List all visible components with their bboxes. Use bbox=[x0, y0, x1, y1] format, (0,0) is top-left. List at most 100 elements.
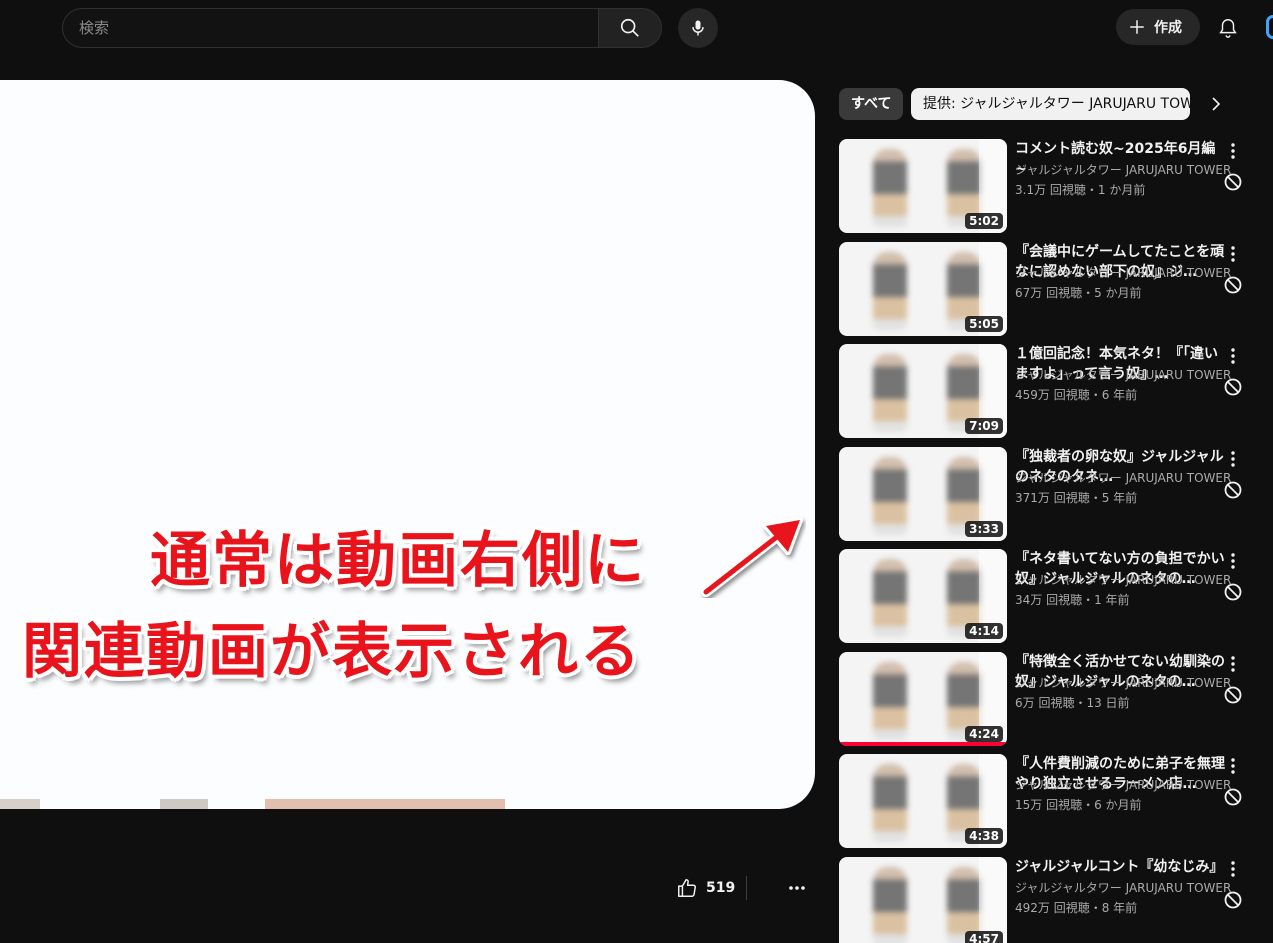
block-icon bbox=[1224, 173, 1242, 191]
create-label: 作成 bbox=[1154, 20, 1182, 36]
chevron-right-icon bbox=[1212, 97, 1221, 111]
more-vertical-button[interactable] bbox=[1223, 449, 1243, 469]
callout-text-line-1: 通常は動画右側に bbox=[150, 526, 646, 596]
video-duration: 3:33 bbox=[965, 521, 1003, 537]
player-bottom-strip bbox=[0, 799, 520, 809]
chip-all[interactable]: すべて bbox=[839, 88, 903, 120]
video-meta: 67万 回視聴・5 か月前 bbox=[1015, 286, 1142, 300]
video-meta: 15万 回視聴・6 か月前 bbox=[1015, 798, 1142, 812]
more-vertical-icon bbox=[1231, 451, 1235, 467]
video-thumbnail[interactable]: 3:33 bbox=[839, 447, 1007, 541]
video-title[interactable]: ジャルジャルコント『幼なじみ』 bbox=[1015, 857, 1227, 877]
related-video-item[interactable]: 3:33 『独裁者の卵な奴』ジャルジャルのネタのタネ… ジャルジャルタワー JARU… bbox=[839, 447, 1273, 543]
more-vertical-button[interactable] bbox=[1223, 756, 1243, 776]
plus-icon bbox=[1130, 20, 1144, 34]
more-vertical-button[interactable] bbox=[1223, 654, 1243, 674]
notifications-button[interactable] bbox=[1212, 12, 1244, 44]
thumbnail-figure bbox=[873, 764, 907, 842]
block-channel-button[interactable] bbox=[1223, 377, 1243, 397]
channel-name[interactable]: ジャルジャルタワー JARUJARU TOWER bbox=[1015, 675, 1231, 691]
more-vertical-button[interactable] bbox=[1223, 551, 1243, 571]
channel-name[interactable]: ジャルジャルタワー JARUJARU TOWER bbox=[1015, 777, 1231, 793]
microphone-icon bbox=[692, 20, 704, 36]
more-vertical-button[interactable] bbox=[1223, 244, 1243, 264]
more-vertical-icon bbox=[1231, 143, 1235, 159]
like-button[interactable]: 519 bbox=[676, 874, 735, 902]
channel-name[interactable]: ジャルジャルタワー JARUJARU TOWER bbox=[1015, 572, 1231, 588]
block-channel-button[interactable] bbox=[1223, 582, 1243, 602]
related-video-item[interactable]: 4:38 『人件費削減のために弟子を無理やり独立させるラーメン店… ジャルジャルタワ… bbox=[839, 754, 1273, 850]
more-vertical-icon bbox=[1231, 348, 1235, 364]
callout-text-line-2: 関連動画が表示される bbox=[22, 617, 642, 687]
top-header: 検索 作成 bbox=[0, 0, 1273, 56]
more-vertical-icon bbox=[1231, 553, 1235, 569]
channel-name[interactable]: ジャルジャルタワー JARUJARU TOWER bbox=[1015, 880, 1231, 896]
search-input[interactable]: 検索 bbox=[62, 8, 598, 48]
video-thumbnail[interactable]: 4:57 bbox=[839, 857, 1007, 943]
block-channel-button[interactable] bbox=[1223, 172, 1243, 192]
more-vertical-button[interactable] bbox=[1223, 859, 1243, 879]
block-icon bbox=[1224, 583, 1242, 601]
video-thumbnail[interactable]: 4:24 bbox=[839, 652, 1007, 746]
more-vertical-button[interactable] bbox=[1223, 346, 1243, 366]
block-channel-button[interactable] bbox=[1223, 685, 1243, 705]
more-horizontal-icon bbox=[789, 886, 805, 890]
more-vertical-icon bbox=[1231, 656, 1235, 672]
thumbnail-figure bbox=[873, 457, 907, 535]
thumbnail-figure bbox=[873, 354, 907, 432]
video-meta: 6万 回視聴・13 日前 bbox=[1015, 696, 1130, 710]
chips-next-button[interactable] bbox=[1206, 94, 1226, 114]
video-thumbnail[interactable]: 5:05 bbox=[839, 242, 1007, 336]
video-duration: 5:05 bbox=[965, 316, 1003, 332]
channel-name[interactable]: ジャルジャルタワー JARUJARU TOWER bbox=[1015, 470, 1231, 486]
video-duration: 7:09 bbox=[965, 418, 1003, 434]
block-channel-button[interactable] bbox=[1223, 480, 1243, 500]
block-channel-button[interactable] bbox=[1223, 890, 1243, 910]
block-icon bbox=[1224, 378, 1242, 396]
related-video-item[interactable]: 4:57 ジャルジャルコント『幼なじみ』ジャルジャルタワー JARUJARU TO… bbox=[839, 857, 1273, 943]
video-meta: 459万 回視聴・6 年前 bbox=[1015, 388, 1138, 402]
create-button[interactable]: 作成 bbox=[1116, 9, 1200, 45]
thumbnail-figure bbox=[873, 559, 907, 637]
block-channel-button[interactable] bbox=[1223, 275, 1243, 295]
avatar[interactable] bbox=[1266, 15, 1273, 39]
video-thumbnail[interactable]: 5:02 bbox=[839, 139, 1007, 233]
video-duration: 4:14 bbox=[965, 623, 1003, 639]
video-duration: 4:24 bbox=[965, 726, 1003, 742]
chip-provider[interactable]: 提供: ジャルジャルタワー JARUJARU TOWER bbox=[911, 88, 1190, 120]
video-meta: 3.1万 回視聴・1 か月前 bbox=[1015, 183, 1146, 197]
bell-icon bbox=[1219, 19, 1237, 38]
related-video-item[interactable]: 4:14 『ネタ書いてない方の負担でかい奴』ジャルジャルのネタの… ジャルジャルタワ… bbox=[839, 549, 1273, 645]
related-video-item[interactable]: 7:09 １億回記念！本気ネタ！『「違いますよ」って言う奴』… ジャルジャルタワー … bbox=[839, 344, 1273, 440]
video-duration: 4:57 bbox=[965, 931, 1003, 943]
thumbnail-figure bbox=[873, 867, 907, 943]
related-video-item[interactable]: 4:24 『特徴全く活かせてない幼馴染の奴』ジャルジャルのネタの… ジャルジャルタワ… bbox=[839, 652, 1273, 748]
related-video-item[interactable]: 5:02 コメント読む奴~2025年6月編~ ジャルジャルタワー JARUJARU … bbox=[839, 139, 1273, 235]
video-player[interactable] bbox=[0, 80, 815, 809]
related-video-item[interactable]: 5:05 『会議中にゲームしてたことを頑なに認めない部下の奴』ジ… ジャルジャルタワ… bbox=[839, 242, 1273, 338]
more-actions-button[interactable] bbox=[786, 878, 808, 898]
thumbs-up-icon bbox=[678, 879, 696, 897]
channel-name[interactable]: ジャルジャルタワー JARUJARU TOWER bbox=[1015, 162, 1231, 178]
thumbnail-figure bbox=[873, 252, 907, 330]
thumbnail-figure bbox=[873, 149, 907, 227]
block-icon bbox=[1224, 686, 1242, 704]
voice-search-button[interactable] bbox=[678, 8, 718, 48]
video-thumbnail[interactable]: 7:09 bbox=[839, 344, 1007, 438]
video-thumbnail[interactable]: 4:38 bbox=[839, 754, 1007, 848]
block-channel-button[interactable] bbox=[1223, 787, 1243, 807]
channel-name[interactable]: ジャルジャルタワー JARUJARU TOWER bbox=[1015, 265, 1231, 281]
search-button[interactable] bbox=[598, 8, 662, 48]
more-vertical-icon bbox=[1231, 861, 1235, 877]
channel-name[interactable]: ジャルジャルタワー JARUJARU TOWER bbox=[1015, 367, 1231, 383]
like-count: 519 bbox=[706, 880, 736, 896]
video-meta: 34万 回視聴・1 年前 bbox=[1015, 593, 1130, 607]
search-icon bbox=[620, 18, 639, 37]
arrow-annotation-icon bbox=[701, 517, 803, 597]
video-duration: 5:02 bbox=[965, 213, 1003, 229]
block-icon bbox=[1224, 788, 1242, 806]
more-vertical-button[interactable] bbox=[1223, 141, 1243, 161]
block-icon bbox=[1224, 276, 1242, 294]
watch-progress-bar bbox=[839, 742, 1007, 746]
video-thumbnail[interactable]: 4:14 bbox=[839, 549, 1007, 643]
